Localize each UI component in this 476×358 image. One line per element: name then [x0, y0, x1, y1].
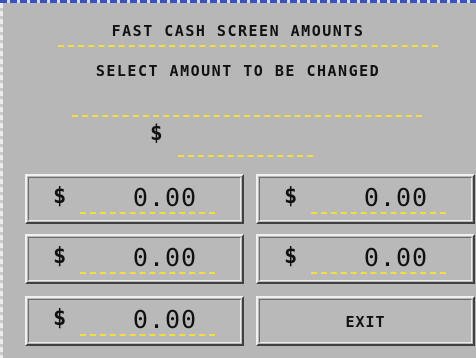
page-title: FAST CASH SCREEN AMOUNTS — [111, 22, 365, 40]
entry-amount-field[interactable] — [178, 155, 313, 157]
exit-button-label: EXIT — [345, 313, 386, 331]
entry-field-line — [72, 115, 422, 117]
instruction-text: SELECT AMOUNT TO BE CHANGED — [95, 62, 381, 80]
amount-value: 0.00 — [132, 243, 198, 272]
amount-underline — [80, 334, 215, 336]
amount-underline — [311, 212, 446, 214]
currency-symbol: $ — [284, 244, 298, 269]
amount-value: 0.00 — [132, 305, 198, 334]
title-underline — [58, 45, 438, 47]
amount-underline — [80, 212, 215, 214]
currency-symbol: $ — [53, 184, 67, 209]
entry-currency-symbol: $ — [150, 121, 163, 145]
exit-button[interactable]: EXIT — [256, 296, 475, 346]
amount-value: 0.00 — [363, 243, 429, 272]
amount-underline — [80, 272, 215, 274]
currency-symbol: $ — [53, 306, 67, 331]
amount-button-3[interactable]: $ 0.00 — [25, 234, 244, 284]
amount-button-5[interactable]: $ 0.00 — [25, 296, 244, 346]
currency-symbol: $ — [284, 184, 298, 209]
amount-underline — [311, 272, 446, 274]
amount-value: 0.00 — [132, 183, 198, 212]
amount-button-2[interactable]: $ 0.00 — [256, 174, 475, 224]
amount-button-1[interactable]: $ 0.00 — [25, 174, 244, 224]
amount-value: 0.00 — [363, 183, 429, 212]
amount-button-4[interactable]: $ 0.00 — [256, 234, 475, 284]
currency-symbol: $ — [53, 244, 67, 269]
